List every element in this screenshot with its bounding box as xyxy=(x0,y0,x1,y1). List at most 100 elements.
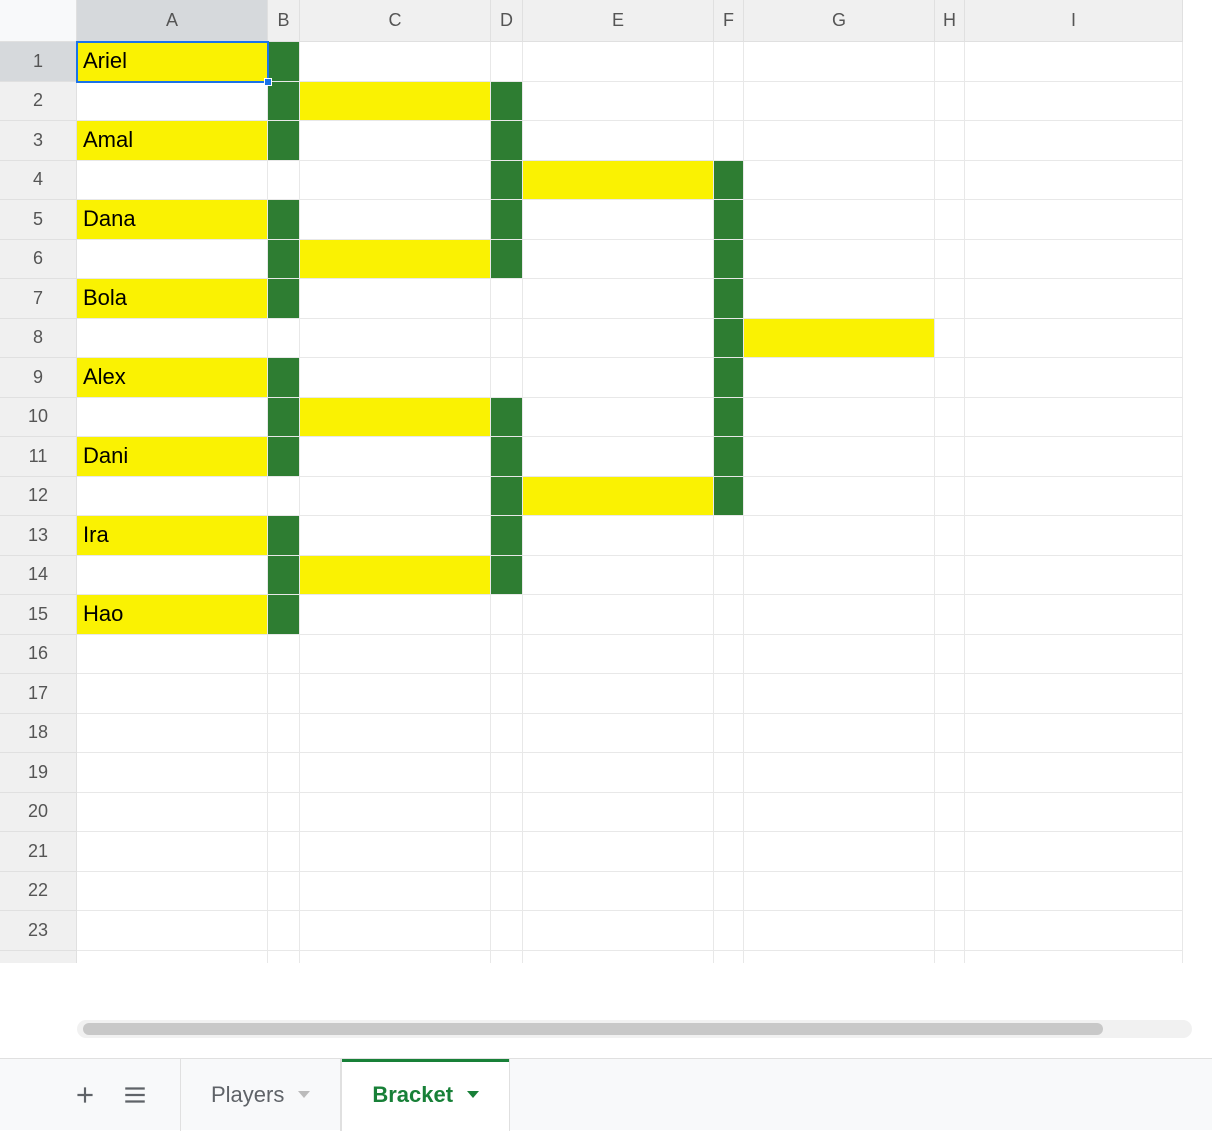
cell-G17[interactable] xyxy=(744,674,935,714)
row-header-21[interactable]: 21 xyxy=(0,832,77,872)
cell-F3[interactable] xyxy=(714,121,744,161)
cell-C1[interactable] xyxy=(300,42,491,82)
cell-C2[interactable] xyxy=(300,82,491,122)
cell-B13[interactable] xyxy=(268,516,300,556)
cell-A15[interactable]: Hao xyxy=(77,595,268,635)
cell-D21[interactable] xyxy=(491,832,523,872)
cell-D18[interactable] xyxy=(491,714,523,754)
cell-C12[interactable] xyxy=(300,477,491,517)
cell-C8[interactable] xyxy=(300,319,491,359)
cell-F8[interactable] xyxy=(714,319,744,359)
select-all-corner[interactable] xyxy=(0,0,77,42)
cell-E5[interactable] xyxy=(523,200,714,240)
cell-I15[interactable] xyxy=(965,595,1183,635)
cell-B11[interactable] xyxy=(268,437,300,477)
cell-H17[interactable] xyxy=(935,674,965,714)
cell-B6[interactable] xyxy=(268,240,300,280)
cell-D22[interactable] xyxy=(491,872,523,912)
cell-A22[interactable] xyxy=(77,872,268,912)
cell-G20[interactable] xyxy=(744,793,935,833)
cell-I18[interactable] xyxy=(965,714,1183,754)
cell-I4[interactable] xyxy=(965,161,1183,201)
cell-D9[interactable] xyxy=(491,358,523,398)
cell-I19[interactable] xyxy=(965,753,1183,793)
cell-C6[interactable] xyxy=(300,240,491,280)
cell-C20[interactable] xyxy=(300,793,491,833)
cell-A18[interactable] xyxy=(77,714,268,754)
cell-E4[interactable] xyxy=(523,161,714,201)
cell-E19[interactable] xyxy=(523,753,714,793)
cell-D13[interactable] xyxy=(491,516,523,556)
cell-E18[interactable] xyxy=(523,714,714,754)
cell-I23[interactable] xyxy=(965,911,1183,951)
cell-F10[interactable] xyxy=(714,398,744,438)
col-header-C[interactable]: C xyxy=(300,0,491,42)
cell-G12[interactable] xyxy=(744,477,935,517)
cell-B12[interactable] xyxy=(268,477,300,517)
cell-H20[interactable] xyxy=(935,793,965,833)
cell-C3[interactable] xyxy=(300,121,491,161)
cell-C22[interactable] xyxy=(300,872,491,912)
cell-G9[interactable] xyxy=(744,358,935,398)
cell-F23[interactable] xyxy=(714,911,744,951)
cell-B17[interactable] xyxy=(268,674,300,714)
dropdown-icon[interactable] xyxy=(467,1091,479,1098)
cell-I6[interactable] xyxy=(965,240,1183,280)
cell-F16[interactable] xyxy=(714,635,744,675)
row-header-7[interactable]: 7 xyxy=(0,279,77,319)
cell-H19[interactable] xyxy=(935,753,965,793)
cell-I12[interactable] xyxy=(965,477,1183,517)
cell-E6[interactable] xyxy=(523,240,714,280)
cell-A10[interactable] xyxy=(77,398,268,438)
cell-D14[interactable] xyxy=(491,556,523,596)
row-header-11[interactable]: 11 xyxy=(0,437,77,477)
cell-I21[interactable] xyxy=(965,832,1183,872)
cell-A7[interactable]: Bola xyxy=(77,279,268,319)
cell-H2[interactable] xyxy=(935,82,965,122)
row-header-6[interactable]: 6 xyxy=(0,240,77,280)
cell-E22[interactable] xyxy=(523,872,714,912)
add-sheet-button[interactable] xyxy=(60,1059,110,1131)
cell-B2[interactable] xyxy=(268,82,300,122)
cell-G15[interactable] xyxy=(744,595,935,635)
row-header-13[interactable]: 13 xyxy=(0,516,77,556)
cell-C19[interactable] xyxy=(300,753,491,793)
cell-H13[interactable] xyxy=(935,516,965,556)
cell-B18[interactable] xyxy=(268,714,300,754)
cell-G18[interactable] xyxy=(744,714,935,754)
cell-F20[interactable] xyxy=(714,793,744,833)
col-header-H[interactable]: H xyxy=(935,0,965,42)
cell-D4[interactable] xyxy=(491,161,523,201)
cell-B19[interactable] xyxy=(268,753,300,793)
cell-H23[interactable] xyxy=(935,911,965,951)
cell-B1[interactable] xyxy=(268,42,300,82)
cell-A2[interactable] xyxy=(77,82,268,122)
cell-F22[interactable] xyxy=(714,872,744,912)
cell-H7[interactable] xyxy=(935,279,965,319)
cell-E8[interactable] xyxy=(523,319,714,359)
cell-A21[interactable] xyxy=(77,832,268,872)
cell-G11[interactable] xyxy=(744,437,935,477)
cell-D20[interactable] xyxy=(491,793,523,833)
cell-B15[interactable] xyxy=(268,595,300,635)
cell-D10[interactable] xyxy=(491,398,523,438)
cell-G16[interactable] xyxy=(744,635,935,675)
cell-A6[interactable] xyxy=(77,240,268,280)
cell-G21[interactable] xyxy=(744,832,935,872)
cell-H9[interactable] xyxy=(935,358,965,398)
cells-area[interactable]: ArielAmalDanaBolaAlexDaniIraHao xyxy=(77,42,1183,951)
cell-E9[interactable] xyxy=(523,358,714,398)
cell-F12[interactable] xyxy=(714,477,744,517)
cell-E13[interactable] xyxy=(523,516,714,556)
cell-I8[interactable] xyxy=(965,319,1183,359)
cell-G13[interactable] xyxy=(744,516,935,556)
cell-C23[interactable] xyxy=(300,911,491,951)
cell-E11[interactable] xyxy=(523,437,714,477)
horizontal-scrollbar[interactable] xyxy=(77,1020,1192,1038)
cell-H8[interactable] xyxy=(935,319,965,359)
cell-B20[interactable] xyxy=(268,793,300,833)
cell-I9[interactable] xyxy=(965,358,1183,398)
cell-G3[interactable] xyxy=(744,121,935,161)
cell-G8[interactable] xyxy=(744,319,935,359)
cell-F1[interactable] xyxy=(714,42,744,82)
